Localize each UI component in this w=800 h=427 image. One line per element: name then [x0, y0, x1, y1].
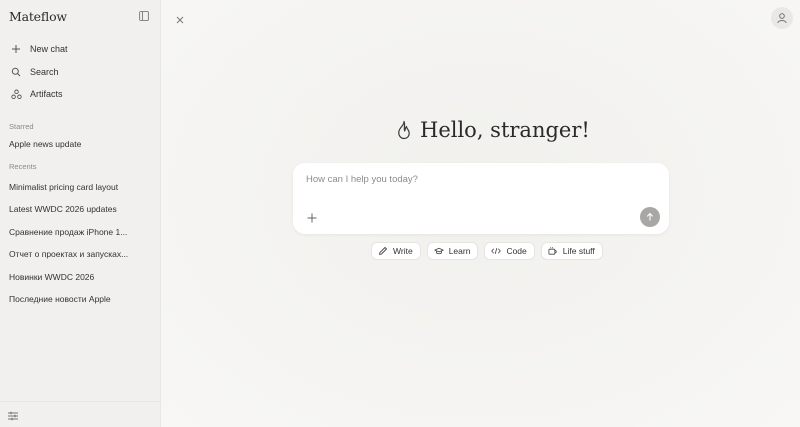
- attach-button[interactable]: [306, 211, 318, 223]
- coffee-icon: [548, 246, 558, 256]
- arrow-up-icon: [646, 212, 654, 221]
- artifacts-label: Artifacts: [30, 89, 63, 99]
- artifacts-icon: [10, 88, 22, 100]
- sidebar-toggle-icon: [139, 11, 149, 21]
- life-stuff-chip-label: Life stuff: [562, 246, 595, 256]
- learn-chip-label: Learn: [448, 246, 471, 256]
- recent-chat-item[interactable]: Новинки WWDC 2026: [9, 272, 94, 282]
- sidebar-divider: [0, 401, 160, 402]
- recent-chat-item[interactable]: Сравнение продаж iPhone 1...: [9, 227, 127, 237]
- sidebar: Mateflow New chat Search Artifacts Starr…: [0, 0, 161, 427]
- starred-section-label: Starred: [9, 122, 34, 131]
- pencil-icon: [378, 246, 388, 256]
- recent-chat-item[interactable]: Latest WWDC 2026 updates: [9, 204, 117, 214]
- write-chip[interactable]: Write: [371, 242, 421, 260]
- starred-chat-item[interactable]: Apple news update: [9, 139, 81, 149]
- new-chat-button[interactable]: New chat: [10, 41, 68, 57]
- close-icon[interactable]: [174, 13, 186, 25]
- new-chat-label: New chat: [30, 44, 68, 54]
- user-icon: [777, 13, 787, 24]
- code-chip[interactable]: Code: [484, 242, 535, 260]
- life-stuff-chip[interactable]: Life stuff: [540, 242, 603, 260]
- search-button[interactable]: Search: [10, 64, 59, 80]
- message-input[interactable]: [304, 173, 648, 186]
- sidebar-toggle-button[interactable]: [139, 11, 149, 21]
- plus-icon: [10, 43, 22, 55]
- suggestion-chips: Write Learn Code Life stuff: [371, 242, 603, 260]
- artifacts-button[interactable]: Artifacts: [10, 86, 63, 102]
- learn-chip[interactable]: Learn: [426, 242, 479, 260]
- greeting-text: Hello, stranger!: [420, 118, 590, 142]
- search-label: Search: [30, 67, 59, 77]
- search-icon: [10, 66, 22, 78]
- code-icon: [491, 246, 502, 256]
- write-chip-label: Write: [393, 246, 413, 256]
- app-logo[interactable]: Mateflow: [9, 9, 67, 24]
- plus-icon: [307, 213, 317, 223]
- chat-composer: [293, 163, 669, 234]
- settings-sliders-icon[interactable]: [7, 409, 19, 421]
- graduation-cap-icon: [434, 246, 444, 256]
- user-avatar-button[interactable]: [771, 7, 793, 29]
- recent-chat-item[interactable]: Отчет о проектах и запусках...: [9, 249, 128, 259]
- send-button[interactable]: [640, 207, 660, 227]
- code-chip-label: Code: [506, 246, 527, 256]
- flame-icon: [398, 120, 410, 140]
- greeting: Hello, stranger!: [396, 118, 590, 142]
- recent-chat-item[interactable]: Последние новости Apple: [9, 294, 111, 304]
- recent-chat-item[interactable]: Minimalist pricing card layout: [9, 182, 118, 192]
- recents-section-label: Recents: [9, 162, 37, 171]
